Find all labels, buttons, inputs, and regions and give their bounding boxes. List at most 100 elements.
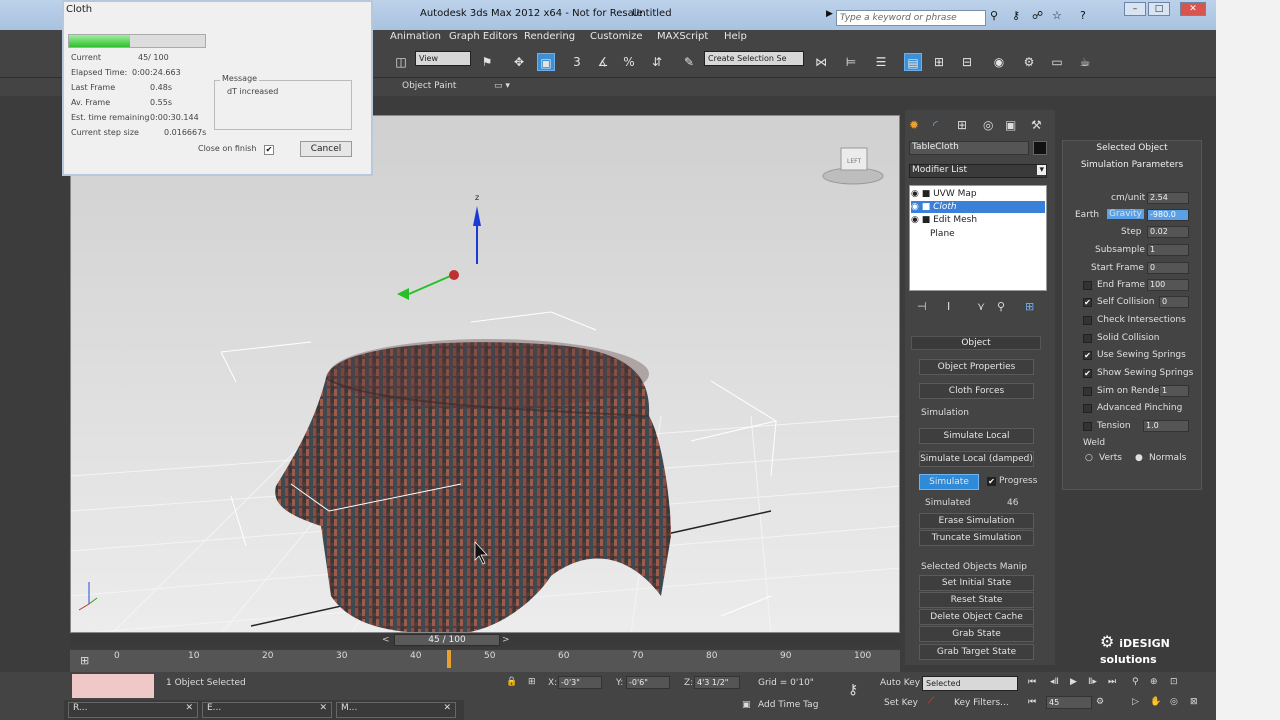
help-icon[interactable]: ? — [1080, 9, 1086, 22]
perspective-viewport[interactable]: z LEFT — [70, 115, 900, 633]
mirror-icon[interactable]: ⋈ — [812, 53, 830, 71]
cloth-forces-button[interactable]: Cloth Forces — [919, 383, 1034, 399]
normals-radio[interactable]: ● — [1135, 453, 1143, 463]
gravity-spinner[interactable]: -980.0 — [1147, 209, 1189, 221]
close-icon[interactable]: ✕ — [319, 703, 331, 713]
curve-editor-icon[interactable]: ⊞ — [930, 53, 948, 71]
erase-simulation-button[interactable]: Erase Simulation — [919, 513, 1034, 529]
z-coordinate-field[interactable]: 4'3 1/2" — [694, 676, 740, 689]
use-sewing-springs-checkbox[interactable]: ✔ — [1083, 351, 1092, 360]
cancel-button[interactable]: Cancel — [300, 141, 352, 157]
time-slider-prev-icon[interactable]: < — [382, 635, 390, 645]
search-arrow-icon[interactable]: ▶ — [826, 9, 833, 19]
minimize-icon[interactable]: – — [1124, 2, 1146, 16]
simulate-local-damped-button[interactable]: Simulate Local (damped) — [919, 451, 1034, 467]
end-frame-spinner[interactable]: 100 — [1147, 279, 1189, 291]
auto-key-button[interactable]: Auto Key — [880, 678, 920, 688]
utilities-tab-icon[interactable]: ⚒ — [1031, 118, 1042, 132]
object-name-field[interactable]: TableCloth — [909, 141, 1029, 155]
reset-state-button[interactable]: Reset State — [919, 592, 1034, 608]
zoom-extents-icon[interactable]: ⊡ — [1170, 677, 1178, 687]
key-filters-button[interactable]: Key Filters... — [954, 698, 1009, 708]
track-bar[interactable]: ⊞ 0 10 20 30 40 50 60 70 80 90 100 — [70, 650, 900, 672]
pan-icon[interactable]: ✋ — [1150, 697, 1161, 707]
previous-frame-icon[interactable]: ◂Ⅱ — [1050, 677, 1059, 687]
remove-modifier-icon[interactable]: ⚲ — [997, 300, 1005, 313]
subsample-spinner[interactable]: 1 — [1147, 244, 1189, 256]
modifier-list-dropdown[interactable]: Modifier List ▾ — [909, 164, 1047, 178]
maximize-viewport-icon[interactable]: ⊠ — [1190, 697, 1198, 707]
solid-collision-checkbox[interactable] — [1083, 334, 1092, 343]
ribbon-toggle-icon[interactable]: ▭ ▾ — [494, 81, 510, 91]
go-to-start-icon[interactable]: ⏮ — [1028, 677, 1036, 687]
absolute-mode-icon[interactable]: ⊞ — [528, 677, 536, 687]
layer-icon[interactable]: ☰ — [872, 53, 890, 71]
show-end-result-icon[interactable]: Ⅰ — [947, 300, 950, 313]
set-key-button[interactable]: Set Key — [884, 698, 918, 708]
sim-on-render-checkbox[interactable] — [1083, 387, 1092, 396]
simulate-local-button[interactable]: Simulate Local — [919, 428, 1034, 444]
light-bulb-icon[interactable]: ◉ ■ — [911, 215, 930, 225]
stack-item-uvw-map[interactable]: ◉ ■ UVW Map — [911, 188, 1045, 200]
configure-sets-icon[interactable]: ⊞ — [1025, 300, 1034, 313]
check-intersections-checkbox[interactable] — [1083, 316, 1092, 325]
select-move-icon[interactable]: ✥ — [510, 53, 528, 71]
delete-object-cache-button[interactable]: Delete Object Cache — [919, 609, 1034, 625]
community-icon[interactable]: ☍ — [1032, 9, 1043, 22]
cm-unit-spinner[interactable]: 2.54 — [1147, 192, 1189, 204]
named-selection-combo[interactable]: Create Selection Se — [704, 51, 804, 66]
time-slider[interactable]: < 45 / 100 > — [70, 634, 900, 647]
selected-object-header[interactable]: Selected Object — [1067, 142, 1197, 156]
menu-graph-editors[interactable]: Graph Editors — [449, 31, 518, 42]
time-tag-icon[interactable]: ▣ — [742, 700, 751, 710]
menu-help[interactable]: Help — [724, 31, 747, 42]
simulate-button[interactable]: Simulate — [919, 474, 979, 490]
menu-customize[interactable]: Customize — [590, 31, 643, 42]
pin-stack-icon[interactable]: ⊣ — [917, 300, 927, 313]
align-icon[interactable]: ⊨ — [842, 53, 860, 71]
zoom-all-icon[interactable]: ⊕ — [1150, 677, 1158, 687]
set-initial-state-button[interactable]: Set Initial State — [919, 575, 1034, 591]
object-color-swatch[interactable] — [1033, 141, 1047, 155]
close-icon[interactable]: ✕ — [1180, 2, 1206, 16]
edit-named-sel-icon[interactable]: ✎ — [680, 53, 698, 71]
orbit-icon[interactable]: ◎ — [1170, 697, 1178, 707]
render-icon[interactable]: ☕ — [1076, 53, 1094, 71]
hierarchy-tab-icon[interactable]: ⊞ — [957, 118, 967, 132]
maxscript-listener[interactable] — [72, 674, 154, 698]
next-frame-icon[interactable]: Ⅱ▸ — [1088, 677, 1097, 687]
field-of-view-icon[interactable]: ▷ — [1132, 697, 1139, 707]
search-input[interactable]: Type a keyword or phrase — [836, 10, 986, 26]
grab-target-state-button[interactable]: Grab Target State — [919, 644, 1034, 660]
key-mode-toggle-icon[interactable]: ⏮ — [1028, 697, 1036, 707]
make-unique-icon[interactable]: ⋎ — [977, 300, 985, 313]
step-spinner[interactable]: 0.02 — [1147, 226, 1189, 238]
percent-snap-icon[interactable]: % — [620, 53, 638, 71]
self-collision-checkbox[interactable]: ✔ — [1083, 298, 1092, 307]
minimized-window-2[interactable]: E... ✕ — [202, 702, 332, 718]
menu-maxscript[interactable]: MAXScript — [657, 31, 708, 42]
play-icon[interactable]: ▶ — [1070, 677, 1077, 687]
track-bar-menu-icon[interactable]: ⊞ — [80, 654, 89, 667]
select-icon[interactable]: ◫ — [392, 53, 410, 71]
time-slider-next-icon[interactable]: > — [502, 635, 510, 645]
material-editor-icon[interactable]: ◉ — [990, 53, 1008, 71]
menu-animation[interactable]: Animation — [390, 31, 441, 42]
object-rollout-header[interactable]: Object — [911, 336, 1041, 350]
display-tab-icon[interactable]: ▣ — [1005, 118, 1016, 132]
stack-item-edit-mesh[interactable]: ◉ ■ Edit Mesh — [911, 214, 1045, 226]
close-icon[interactable]: ✕ — [443, 703, 455, 713]
key-icon[interactable]: ⚷ — [1012, 9, 1020, 22]
motion-tab-icon[interactable]: ◎ — [983, 118, 993, 132]
minimized-window-3[interactable]: M... ✕ — [336, 702, 456, 718]
go-to-end-icon[interactable]: ⏭ — [1108, 677, 1116, 687]
schematic-icon[interactable]: ⊟ — [958, 53, 976, 71]
binoculars-icon[interactable]: ⚲ — [990, 9, 998, 22]
favorites-icon[interactable]: ☆ — [1052, 9, 1062, 22]
time-config-icon[interactable]: ⚙ — [1096, 697, 1104, 707]
reference-coord-combo[interactable]: View — [415, 51, 471, 66]
create-tab-icon[interactable]: ✹ — [909, 118, 919, 132]
add-time-tag[interactable]: Add Time Tag — [758, 700, 818, 710]
stack-item-cloth[interactable]: ◉ ■ Cloth — [911, 201, 1045, 213]
lock-selection-icon[interactable]: 🔒 — [506, 677, 517, 687]
